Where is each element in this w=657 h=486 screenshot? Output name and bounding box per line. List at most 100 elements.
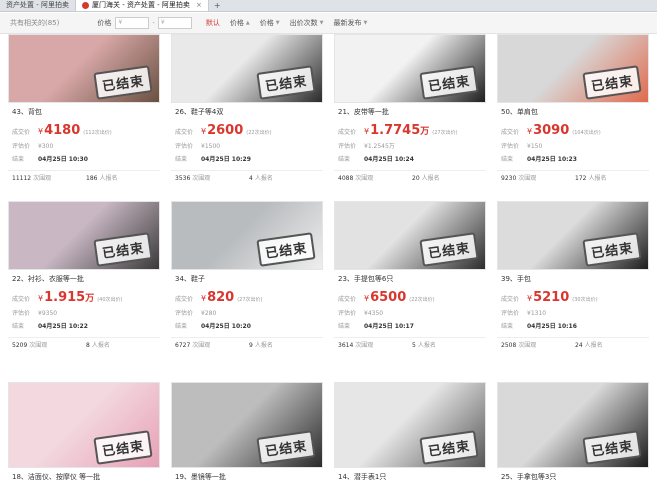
taobao-icon [81, 2, 89, 9]
deal-label: 成交价 [338, 129, 357, 136]
deal-price: 2600 [207, 123, 244, 138]
lot-photo[interactable]: 已结束 [8, 201, 160, 270]
sort-label: 价格 [229, 19, 244, 27]
lot-photo[interactable]: 已结束 [8, 382, 160, 468]
lot-stats: 3536 次围观 4 人报名 [171, 170, 323, 184]
end-label: 结束 [501, 323, 514, 330]
lot-photo[interactable]: 已结束 [497, 201, 649, 270]
lot-stats: 5209 次围观 8 人报名 [8, 337, 160, 351]
end-label: 结束 [12, 323, 25, 330]
lot-photo[interactable]: 已结束 [171, 382, 323, 468]
bid-count: (22次出价) [409, 297, 435, 303]
lot-photo[interactable]: 已结束 [497, 34, 649, 103]
deal-label: 成交价 [175, 129, 194, 136]
end-time-row: 结束 04月25日 10:29 [175, 154, 251, 163]
deal-price-row: 成交价 ¥2600 (22次出价) [175, 123, 272, 138]
signups-label: 人报名 [421, 175, 440, 182]
bid-count: (112次出价) [83, 130, 112, 136]
end-time: 04月25日 10:29 [201, 156, 251, 163]
deal-price: 820 [207, 290, 235, 305]
lot-stats: 4088 次围观 20 人报名 [334, 170, 486, 184]
lot-title[interactable]: 19、墨镜等一批 [175, 472, 226, 482]
ended-stamp: 已结束 [582, 430, 642, 465]
ended-stamp: 已结束 [582, 232, 642, 267]
end-label: 结束 [175, 323, 188, 330]
lot-title[interactable]: 14、潜手表1只 [338, 472, 386, 482]
end-time-row: 结束 04月25日 10:20 [175, 321, 251, 330]
eval-label: 评估价 [12, 143, 31, 150]
signups-label: 人报名 [588, 175, 607, 182]
currency-symbol: ¥ [364, 127, 370, 136]
deal-price: 5210 [533, 290, 570, 305]
currency-symbol: ¥ [201, 127, 207, 136]
lot-photo[interactable]: 已结束 [334, 34, 486, 103]
sort-default[interactable]: 默认 [206, 18, 220, 28]
deal-price-row: 成交价 ¥4180 (112次出价) [12, 123, 112, 138]
max-price-input[interactable]: ¥ [157, 17, 192, 29]
eval-price-row: 评估价 ¥1.2545万 [338, 141, 395, 150]
lot-title[interactable]: 25、手拿包等3只 [501, 472, 556, 482]
end-time-row: 结束 04月25日 10:23 [501, 154, 577, 163]
views-label: 次围观 [355, 342, 374, 349]
lot-photo[interactable]: 已结束 [8, 34, 160, 103]
signup-count: 4 [249, 175, 253, 182]
signup-count: 24 [575, 342, 583, 349]
lot-title[interactable]: 23、手提包等6只 [338, 274, 393, 284]
sort-arrow-icon: ▼ [275, 20, 280, 26]
end-time-row: 结束 04月25日 10:16 [501, 321, 577, 330]
ended-stamp: 已结束 [256, 65, 316, 100]
lot-title[interactable]: 22、衬衫、衣服等一批 [12, 274, 84, 284]
lot-photo[interactable]: 已结束 [334, 382, 486, 468]
currency-symbol: ¥ [364, 294, 370, 303]
deal-price-row: 成交价 ¥6500 (22次出价) [338, 290, 435, 305]
eval-price: ¥1310 [527, 310, 547, 317]
lot-photo[interactable]: 已结束 [171, 201, 323, 270]
eval-label: 评估价 [175, 310, 194, 317]
lot-title[interactable]: 50、单肩包 [501, 107, 538, 117]
eval-price-row: 评估价 ¥280 [175, 308, 216, 317]
signups-label: 人报名 [584, 342, 603, 349]
views-label: 次围观 [518, 175, 537, 182]
deal-price-row: 成交价 ¥820 (27次出价) [175, 290, 263, 305]
lot-title[interactable]: 39、手包 [501, 274, 531, 284]
signup-count: 186 [86, 175, 98, 182]
sort-newest[interactable]: 最新发布 ▼ [333, 18, 367, 28]
lot-title[interactable]: 26、鞋子等4双 [175, 107, 223, 117]
ended-stamp: 已结束 [256, 232, 316, 267]
eval-label: 评估价 [338, 143, 357, 150]
lot-stats: 3614 次围观 5 人报名 [334, 337, 486, 351]
price-unit: 万 [420, 127, 430, 137]
ended-stamp: 已结束 [582, 65, 642, 100]
views-label: 次围观 [518, 342, 537, 349]
sort-label: 默认 [205, 19, 220, 27]
min-price-input[interactable]: ¥ [115, 17, 150, 29]
view-count: 6727 [175, 342, 191, 349]
lot-title[interactable]: 21、皮带等一批 [338, 107, 389, 117]
lot-title[interactable]: 34、鞋子 [175, 274, 205, 284]
tab-auction-xiamen[interactable]: 厦门海关 - 资产处置 - 阿里拍卖 × [75, 0, 209, 11]
lot-stats: 11112 次围观 186 人报名 [8, 170, 160, 184]
sort-price-asc[interactable]: 价格 ▲ [230, 18, 250, 28]
sort-bid-count[interactable]: 出价次数 ▼ [290, 18, 324, 28]
currency-symbol: ¥ [38, 127, 44, 136]
lot-photo[interactable]: 已结束 [334, 201, 486, 270]
new-tab-button[interactable]: + [209, 0, 226, 11]
price-filter-label: 价格 [97, 19, 112, 27]
lot-title[interactable]: 18、洁面仪、按摩仪 等一批 [12, 472, 100, 482]
close-icon[interactable]: × [196, 0, 202, 11]
eval-price: ¥1500 [201, 143, 221, 150]
bid-count: (27次出价) [432, 130, 458, 136]
ended-stamp: 已结束 [419, 430, 479, 465]
eval-price-row: 评估价 ¥300 [12, 141, 53, 150]
deal-price: 3090 [533, 123, 570, 138]
signup-count: 5 [412, 342, 416, 349]
signups-label: 人报名 [99, 175, 118, 182]
price-unit: 万 [85, 294, 95, 304]
end-time: 04月25日 10:17 [364, 323, 414, 330]
tab-auction-1[interactable]: 资产处置 - 阿里拍卖 [0, 0, 76, 11]
lot-photo[interactable]: 已结束 [497, 382, 649, 468]
eval-label: 评估价 [338, 310, 357, 317]
sort-price-desc[interactable]: 价格 ▼ [260, 18, 280, 28]
lot-photo[interactable]: 已结束 [171, 34, 323, 103]
lot-title[interactable]: 43、背包 [12, 107, 42, 117]
